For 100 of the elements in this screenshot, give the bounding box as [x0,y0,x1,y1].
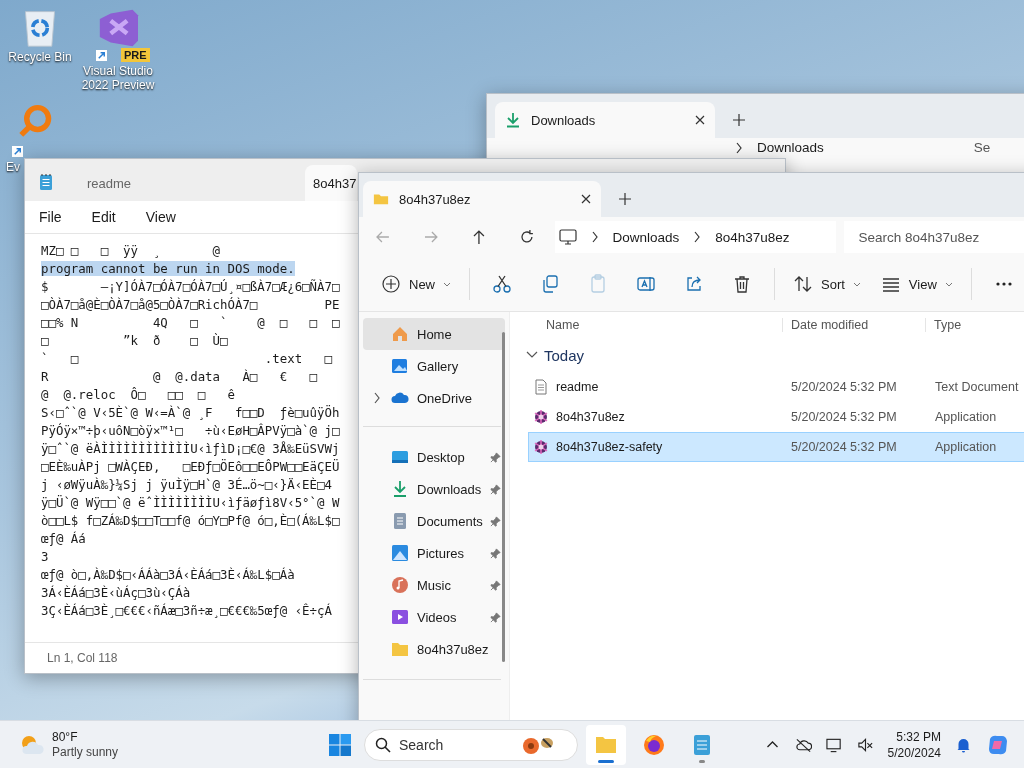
muted-speaker-icon[interactable] [856,737,874,753]
cloud-off-icon[interactable] [794,737,812,753]
text-line: @ @.reloc Ô□ □□ □ ê [41,387,235,402]
document-icon [391,512,409,530]
caret-icon [852,281,861,287]
window-tab[interactable]: 8o4h37u8ez [363,181,601,217]
new-tab-icon[interactable] [733,114,745,126]
text-line: ` □ .text □ [41,351,332,366]
view-button[interactable]: View [870,266,963,302]
type-cell: Application [935,410,997,424]
sidebar-item[interactable]: Videos [363,601,505,633]
close-icon[interactable] [581,194,591,204]
text-file-icon [533,379,549,395]
sort-button[interactable]: Sort [783,266,871,302]
text-line: ÿ□ˆ`@ ëÀÌÌÌÌÌÌÌÌÌÌÌÌU‹ìƒìD¡□€@ 3Å‰EüSVWj [41,441,340,456]
start-icon[interactable] [328,733,352,757]
taskbar-search-field[interactable]: Search [364,729,578,761]
caret-icon [443,281,451,287]
text-line: R @ @.data À□ € □ [41,369,317,384]
breadcrumb-item[interactable]: Downloads [612,229,680,245]
gallery-icon [391,357,409,375]
date-cell-text: 5/20/2024 5:32 PM [791,410,898,424]
sidebar-item[interactable]: Documents [363,505,505,537]
download-icon [505,112,521,128]
notepad-icon [39,173,53,191]
new-tab-icon[interactable] [619,193,631,205]
column-header[interactable]: Name [524,318,783,332]
video-icon [391,608,409,626]
type-cell: Application [935,440,997,454]
file-name: readme [556,380,599,394]
menu-item[interactable]: File [39,209,62,225]
sidebar-item[interactable]: OneDrive [363,382,505,414]
temperature: 80°F [52,730,79,745]
taskbar-app[interactable] [586,725,626,765]
type-cell: Text Document [935,380,1019,394]
text-line: œƒ@ Áá [41,531,86,546]
column-header[interactable]: Type [926,318,962,332]
sidebar-item[interactable]: Pictures [363,537,505,569]
menu-item[interactable]: Edit [91,209,116,225]
file-name: 8o4h37u8ez [556,410,625,424]
picture-icon [391,544,409,562]
text-line: 3Á‹ÈÁá□3È‹ùÁç□3ù‹ÇÁà [41,585,191,600]
plus-circle-icon [381,274,401,294]
document-tab[interactable]: 8o4h37 [305,165,357,201]
download-icon [391,480,409,498]
breadcrumb-item[interactable]: Downloads [757,140,824,155]
address-bar[interactable]: Downloads 8o4h37u8ez [554,221,837,253]
text-line: ò□□L$ f□ZÁ‰D$□□T□□f@ ó□Y□Pf@ ó□,È□(Á‰L$□ [41,513,340,528]
chevron-icon [526,351,538,359]
weather-condition: Partly sunny [52,745,119,760]
search-field[interactable]: Search 8o4h37u8ez [844,221,1024,253]
caret-icon [944,281,953,287]
sidebar-item[interactable]: Downloads [363,473,505,505]
close-icon[interactable] [695,115,705,125]
sidebar-item[interactable]: Music [363,569,505,601]
column-header[interactable]: Date modified [783,318,926,332]
application-icon [533,409,549,425]
sidebar-item[interactable]: 8o4h37u8ez [363,633,505,665]
search-icon [375,737,391,753]
text-line: 3Ç‹ÈÁá□3È¸□€€€‹ñÁæ□3ñ÷æ¸□€€€‰5œƒ@ ‹Ê÷çÁ [41,603,332,618]
text-line: $ —¡Y]ÓÀ7□ÓÀ7□ÓÀ7□Ú¸¤□ßÀ7□Æ¿6□ÑÀ7□ [41,279,340,294]
sidebar-item[interactable]: Desktop [363,441,505,473]
expand-chevron-icon[interactable] [373,392,381,404]
menu-item[interactable]: View [145,209,176,225]
text-line: j ‹øWÿuÀ‰}¼Sj j ÿuÌÿ□H`@ 3É…ö~□‹}Ä‹EÈ□4 [41,477,332,492]
document-tab[interactable]: readme [75,165,305,201]
sidebar-item[interactable]: Home [363,318,505,350]
file-row[interactable]: readme 5/20/2024 5:32 PM Text Document [528,372,1024,402]
partial-search-field[interactable]: Se [973,140,991,155]
window-tab[interactable]: Downloads [495,102,715,138]
copilot-icon[interactable] [986,733,1010,757]
text-line: □EÈ‰uÀPj □WÀÇEÐ, □EÐƒ□ÖEô□□EÔPW□□EäÇEÜ [41,459,340,474]
bell-icon[interactable] [955,737,972,753]
preview-badge: PRE [121,48,150,62]
text-line: MZ□ □ □ ÿÿ ¸ @ [41,243,221,258]
text-line: □ÒÀ7□å@È□ÒÀ7□å@5□ÒÀ7□RichÓÀ7□ PE [41,297,340,312]
application-icon [533,439,549,455]
text-line: PÿÓÿ×™÷þ‹uôN□òÿ×™¹□ ÷ù‹EøH□ÂPVÿ□à`@ j□ [41,423,340,438]
text-line: □ ”k ð □ Ù□ [41,333,228,348]
breadcrumb-item[interactable]: 8o4h37u8ez [715,229,790,245]
text-line: ÿ□Ü`@ Wÿ□□`@ ëˆÌÌÌÌÌÌÌÌU‹ìƒäøƒì8V‹5°`@ W [41,495,340,510]
date-cell-text: 5/20/2024 5:32 PM [791,380,898,394]
monitor-icon[interactable] [825,737,843,753]
date-cell-text: 5/20/2024 5:32 PM [791,440,898,454]
refresh-icon[interactable] [518,229,535,245]
text-line: □□% N 4Q □ ` @ □ □ □ [41,315,340,330]
folder-icon [391,640,409,658]
group-header[interactable]: Today [524,338,1024,372]
file-name: 8o4h37u8ez-safety [556,440,663,454]
house-icon [391,325,409,343]
browser-icon [642,733,666,757]
sidebar-item[interactable]: Gallery [363,350,505,382]
new-button[interactable]: New [371,266,461,302]
chevron-icon [590,231,599,243]
sort-arrows-icon [793,274,813,294]
desktop-icon [391,448,409,466]
file-row[interactable]: 8o4h37u8ez-safety 5/20/2024 5:32 PM Application [528,432,1024,462]
monitor-icon [558,229,577,245]
clock[interactable]: 5:32 PM 5/20/2024 [887,729,941,761]
file-row[interactable]: 8o4h37u8ez 5/20/2024 5:32 PM Application [528,402,1024,432]
